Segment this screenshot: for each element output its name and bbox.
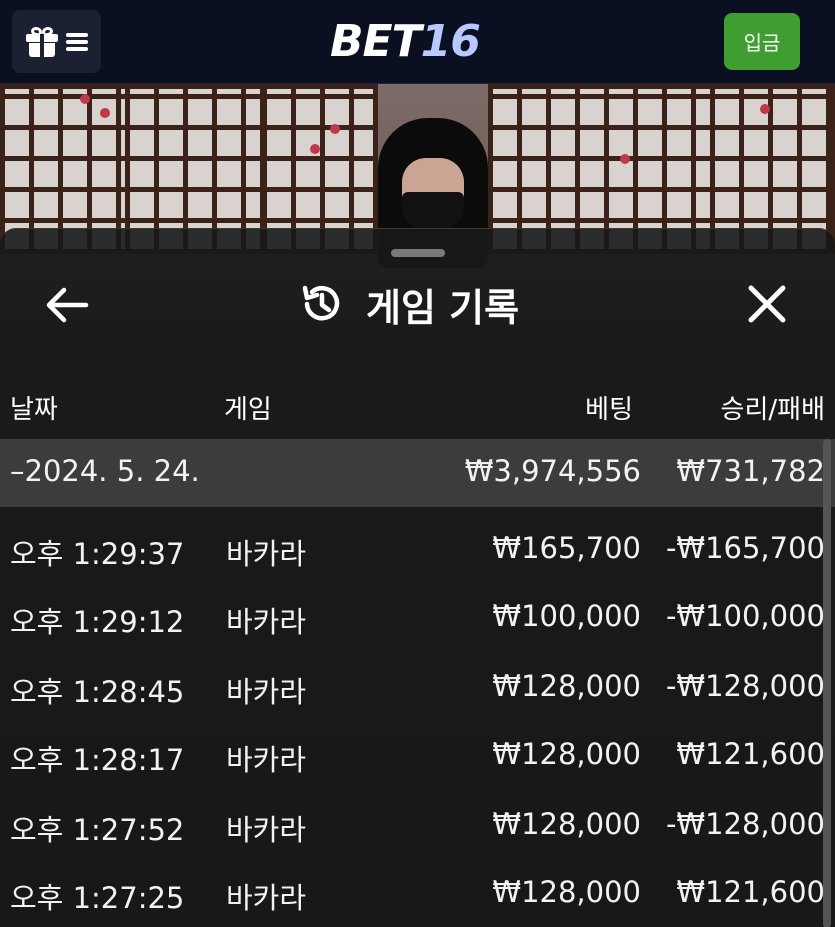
row-bet: ₩100,000 bbox=[492, 599, 641, 633]
row-game: 바카라 bbox=[226, 813, 307, 847]
blossom bbox=[80, 94, 90, 104]
brand-logo[interactable]: BET16 bbox=[330, 16, 481, 68]
row-bet: ₩128,000 bbox=[492, 669, 641, 703]
date-group-label: –2024. 5. 24. bbox=[10, 454, 200, 488]
close-icon[interactable] bbox=[746, 283, 788, 325]
row-time: 오후 1:29:12 bbox=[10, 605, 185, 639]
row-time: 오후 1:28:45 bbox=[10, 675, 185, 709]
blossom bbox=[760, 104, 770, 114]
top-bar: BET16 입금 bbox=[0, 0, 835, 84]
row-game: 바카라 bbox=[226, 675, 307, 709]
drag-handle[interactable] bbox=[391, 249, 445, 257]
row-game: 바카라 bbox=[226, 537, 307, 571]
row-time: 오후 1:29:37 bbox=[10, 537, 185, 571]
row-bet: ₩165,700 bbox=[492, 531, 641, 565]
deposit-button[interactable]: 입금 bbox=[724, 13, 800, 70]
row-game: 바카라 bbox=[226, 743, 307, 777]
column-header-bet: 베팅 bbox=[585, 395, 633, 425]
row-time: 오후 1:27:52 bbox=[10, 813, 185, 847]
date-group-row[interactable]: –2024. 5. 24. ₩3,974,556 ₩731,782 bbox=[0, 439, 835, 507]
blossom bbox=[620, 154, 630, 164]
blossom bbox=[310, 144, 320, 154]
column-header-result: 승리/패배 bbox=[720, 395, 825, 425]
row-time: 오후 1:28:17 bbox=[10, 743, 185, 777]
history-icon bbox=[302, 285, 340, 321]
blossom bbox=[330, 124, 340, 134]
row-result: ₩121,600 bbox=[676, 875, 825, 909]
row-result: -₩128,000 bbox=[665, 669, 825, 703]
row-bet: ₩128,000 bbox=[492, 807, 641, 841]
blossom bbox=[100, 108, 110, 118]
hamburger-icon bbox=[65, 32, 88, 51]
row-result: -₩128,000 bbox=[665, 807, 825, 841]
menu-button[interactable] bbox=[12, 10, 101, 73]
row-game: 바카라 bbox=[226, 881, 307, 915]
row-time: 오후 1:27:25 bbox=[10, 881, 185, 915]
dealer-mask bbox=[402, 192, 464, 228]
logo-text-bet: BET bbox=[330, 16, 422, 67]
date-group-total-result: ₩731,782 bbox=[676, 454, 825, 488]
row-result: ₩121,600 bbox=[676, 737, 825, 771]
gift-icon bbox=[25, 25, 58, 57]
column-header-game: 게임 bbox=[224, 395, 272, 425]
logo-text-number: 16 bbox=[420, 16, 481, 67]
row-result: -₩100,000 bbox=[665, 599, 825, 633]
scrollbar[interactable] bbox=[823, 439, 831, 927]
row-game: 바카라 bbox=[226, 605, 307, 639]
sheet-title: 게임 기록 bbox=[366, 285, 520, 330]
row-bet: ₩128,000 bbox=[492, 737, 641, 771]
sheet-header: 게임 기록 bbox=[298, 279, 520, 330]
arrow-left-icon[interactable] bbox=[44, 285, 90, 325]
row-bet: ₩128,000 bbox=[492, 875, 641, 909]
column-header-date: 날짜 bbox=[10, 395, 58, 425]
date-group-total-bet: ₩3,974,556 bbox=[464, 454, 641, 488]
game-history-sheet: 게임 기록 날짜 게임 베팅 승리/패배 –2024. 5. 24. ₩3,97… bbox=[0, 228, 835, 927]
row-result: -₩165,700 bbox=[665, 531, 825, 565]
